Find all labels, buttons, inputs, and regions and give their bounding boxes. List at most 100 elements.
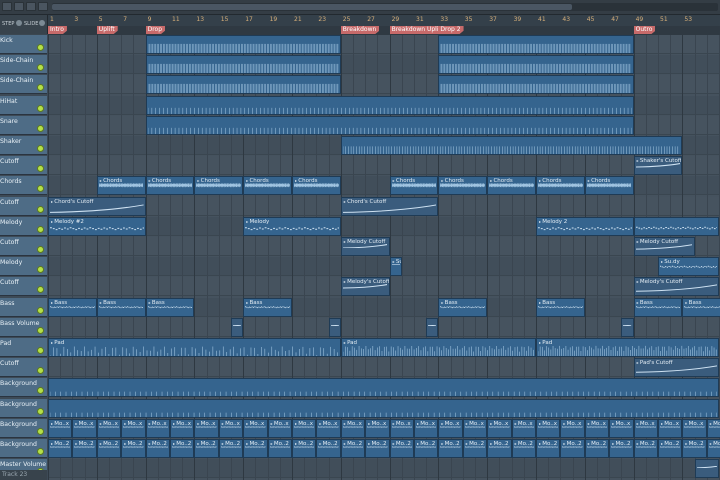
automation-clip[interactable]: Melody Cutoff [340,237,390,256]
mute-led-icon[interactable] [37,266,44,274]
pattern-clip[interactable]: Mo..x [462,418,488,438]
pattern-clip[interactable]: Mo..2 [96,439,122,458]
mute-led-icon[interactable] [37,124,44,132]
mute-led-icon[interactable] [37,347,44,354]
pattern-clip[interactable]: Bass [48,297,97,317]
marker-0[interactable]: Intro [48,26,67,34]
pattern-clip[interactable]: Mo..x [243,418,268,438]
mute-led-icon[interactable] [37,448,44,455]
track-lane[interactable] [48,317,720,337]
pattern-clip[interactable] [340,136,683,155]
track-header[interactable]: Melody [0,216,47,236]
pattern-clip[interactable]: Pad [536,338,719,357]
mute-led-icon[interactable] [37,387,44,395]
track-lane[interactable] [48,156,720,176]
pattern-clip[interactable] [145,75,341,95]
automation-clip[interactable]: Melody's Cutoff [633,277,719,297]
pattern-clip[interactable]: Mo..2 [438,439,463,458]
pattern-clip[interactable]: Mo..x [438,418,463,438]
mute-led-icon[interactable] [37,225,44,233]
pattern-clip[interactable]: Mo..2 [72,439,97,458]
pattern-clip[interactable] [145,55,341,75]
mute-led-icon[interactable] [37,326,44,334]
track-header[interactable]: Cutoff [0,237,47,256]
pattern-clip[interactable]: Mo..x [560,418,585,438]
pattern-clip[interactable]: Mo..2 [48,439,73,458]
mute-led-icon[interactable] [37,205,44,213]
pattern-clip[interactable]: Mo..x [536,418,561,438]
automation-clip[interactable]: Melody Cutoff [633,237,695,256]
horizontal-scrollbar[interactable] [52,3,718,11]
mute-led-icon[interactable] [37,104,44,112]
mute-led-icon[interactable] [37,84,44,92]
pattern-clip[interactable]: Mo..2 [682,439,707,458]
mute-led-icon[interactable] [37,246,44,253]
pattern-clip[interactable]: Su.. #2 [389,257,402,277]
pattern-clip[interactable]: Mo..x [389,418,414,438]
pattern-clip[interactable] [438,35,634,54]
pattern-clip[interactable]: Mo..x [145,418,170,438]
pattern-clip[interactable]: Mo..2 [292,439,317,458]
mute-led-icon[interactable] [37,165,44,173]
scrollbar-thumb[interactable] [52,4,572,10]
pattern-clip[interactable]: Mo..2 [487,439,512,458]
track-header[interactable]: Bass Volume [0,317,47,337]
pattern-clip[interactable]: Mo..x [72,418,97,438]
pattern-clip[interactable]: Mo..2 [462,439,488,458]
track-header[interactable]: Cutoff [0,156,47,176]
pattern-clip[interactable] [145,35,341,54]
automation-clip[interactable]: Melody's Cutoff [340,277,390,297]
pattern-clip[interactable]: Bass [536,297,585,317]
pattern-clip[interactable]: Mo..2 [706,439,720,458]
marker-1[interactable]: Uplift [97,26,118,34]
pattern-clip[interactable]: Mo..2 [170,439,195,458]
pattern-clip[interactable]: Mo..2 [389,439,414,458]
pattern-clip[interactable]: Mo..x [365,418,390,438]
track-header[interactable]: Side-Chain [0,55,47,75]
tool-button[interactable] [14,2,24,11]
track-header[interactable]: Bass [0,297,47,317]
pattern-clip[interactable]: Mo..x [48,418,73,438]
automation-clip[interactable]: Chord's Cutoff [48,196,146,216]
pattern-clip[interactable]: Mo..x [121,418,146,438]
track-header[interactable]: Pad [0,338,47,357]
automation-clip[interactable]: Chord's Cutoff [340,196,439,216]
pattern-clip[interactable]: Mo..x [414,418,439,438]
track-header[interactable]: Melody [0,257,47,277]
pattern-clip[interactable]: Melody #2 [48,216,146,236]
mute-led-icon[interactable] [37,64,44,72]
pattern-clip[interactable]: Mo..x [292,418,317,438]
pattern-clip[interactable]: Chords [438,176,488,196]
pattern-clip[interactable]: Chords [536,176,585,196]
track-header[interactable]: Cutoff [0,196,47,216]
pattern-clip[interactable]: Mo..x [633,418,658,438]
pattern-clip[interactable] [145,115,634,135]
pattern-clip[interactable]: Mo..2 [414,439,439,458]
automation-clip[interactable] [231,317,244,337]
mute-led-icon[interactable] [37,306,44,314]
marker-5[interactable]: Drop 2 [438,26,463,34]
pattern-clip[interactable]: Chords [389,176,439,196]
mute-led-icon[interactable] [37,427,44,435]
automation-clip[interactable] [694,459,719,479]
pattern-clip[interactable]: Mo..2 [609,439,634,458]
pattern-clip[interactable]: Bass [438,297,488,317]
mute-led-icon[interactable] [37,407,44,415]
pattern-clip[interactable] [48,398,719,418]
marker-6[interactable]: Outro [634,26,656,34]
pattern-clip[interactable]: Bass [682,297,720,317]
menu-arrow-button[interactable] [2,2,12,11]
pattern-clip[interactable]: Mo..x [658,418,683,438]
pattern-clip[interactable]: Mo..x [584,418,610,438]
pattern-clip[interactable]: Melody 2 [536,216,634,236]
pattern-clip[interactable]: Bass [145,297,195,317]
draw-tool-button[interactable] [26,2,36,11]
marker-3[interactable]: Breakdown [341,26,379,34]
track-lane[interactable] [48,459,720,479]
pattern-clip[interactable]: Pad [48,338,341,357]
pattern-clip[interactable]: Mo..2 [121,439,146,458]
pattern-clip[interactable] [48,378,719,398]
track-header[interactable]: Background [0,418,47,438]
paint-tool-button[interactable] [38,2,48,11]
track-header[interactable]: HiHat [0,95,47,115]
